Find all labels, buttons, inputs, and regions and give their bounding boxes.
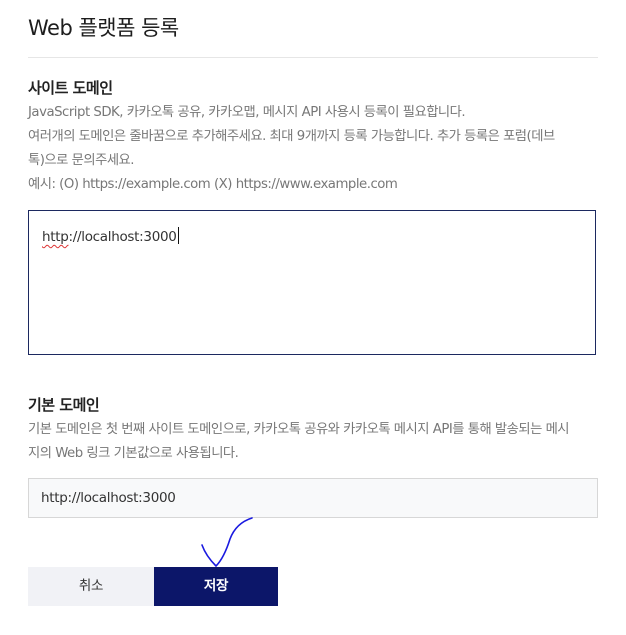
site-domain-example: 예시: (O) https://example.com (X) https://…	[28, 177, 398, 192]
spellcheck-underlined-protocol: http	[42, 229, 69, 245]
page-title: Web 플랫폼 등록	[28, 16, 179, 40]
save-button[interactable]: 저장	[154, 567, 278, 606]
default-domain-desc-line: 기본 도메인은 첫 번째 사이트 도메인으로, 카카오톡 공유와 카카오톡 메시…	[28, 422, 570, 437]
site-domain-desc-line: 톡)으로 문의주세요.	[28, 153, 135, 168]
default-domain-title: 기본 도메인	[28, 396, 100, 414]
site-domain-text-rest: ://localhost:3000	[68, 229, 177, 245]
cancel-button[interactable]: 취소	[28, 567, 154, 606]
text-caret	[177, 227, 179, 244]
default-domain-description: 기본 도메인은 첫 번째 사이트 도메인으로, 카카오톡 공유와 카카오톡 메시…	[28, 418, 600, 466]
site-domain-desc-line: 여러개의 도메인은 줄바꿈으로 추가해주세요. 최대 9개까지 등록 가능합니다…	[28, 129, 555, 144]
site-domain-desc-line: JavaScript SDK, 카카오톡 공유, 카카오맵, 메시지 API 사…	[28, 105, 466, 120]
site-domain-description: JavaScript SDK, 카카오톡 공유, 카카오맵, 메시지 API 사…	[28, 101, 600, 197]
default-domain-field: http://localhost:3000	[28, 478, 598, 518]
site-domain-textarea[interactable]: http://localhost:3000	[28, 210, 596, 355]
hand-drawn-check-mark-icon	[201, 517, 253, 567]
default-domain-desc-line: 지의 Web 링크 기본값으로 사용됩니다.	[28, 446, 239, 461]
site-domain-title: 사이트 도메인	[28, 79, 113, 97]
title-divider	[28, 57, 598, 58]
site-domain-text: http://localhost:3000	[42, 227, 179, 245]
